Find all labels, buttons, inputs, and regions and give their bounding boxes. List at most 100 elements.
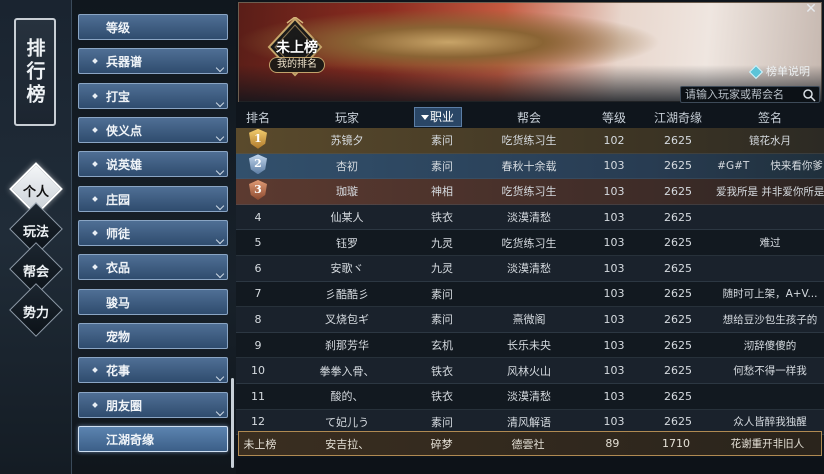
player-name[interactable]: 苏镜夕 — [280, 132, 414, 148]
chevron-down-icon — [215, 235, 225, 245]
player-level: 103 — [603, 261, 625, 275]
my-rank: 未上榜 — [243, 437, 277, 451]
category-chivalry[interactable]: 侠义点 — [78, 117, 228, 143]
table-row[interactable]: 8 叉烧包ギ 素问 熹微阁 103 2625 想给豆沙包生孩子的 — [236, 307, 824, 333]
bullet-icon — [92, 402, 98, 408]
category-mentorship[interactable]: 师徒 — [78, 220, 228, 246]
player-name[interactable]: 刹那芳华 — [280, 337, 414, 353]
header-signature: 签名 — [757, 110, 782, 125]
table-row[interactable]: 6 安歌ヾ 九灵 淡漠清愁 103 2625 — [236, 255, 824, 282]
player-name[interactable]: 钰罗 — [280, 235, 414, 251]
close-button[interactable]: ✕ — [804, 2, 818, 16]
table-row[interactable]: 3 珈璇 神相 吃货练习生 103 2625 爱我所是 并非爱你所是 — [236, 179, 824, 205]
category-pets[interactable]: 宠物 — [78, 323, 228, 349]
category-jianghu-qiyuan[interactable]: 江湖奇缘 — [78, 426, 228, 452]
table-row[interactable]: 5 钰罗 九灵 吃货练习生 103 2625 难过 — [236, 230, 824, 256]
table-row[interactable]: 2 杏初 素问 春秋十余载 103 2625 #G#T 快来看你爹 — [236, 153, 824, 180]
my-rank-button[interactable]: 我的排名 — [269, 57, 325, 73]
bullet-icon — [92, 264, 98, 270]
bronze-medal-icon: 3 — [249, 179, 267, 200]
jianghu-score: 2625 — [664, 364, 692, 378]
header-class-sort[interactable]: 职业 — [414, 107, 462, 127]
tab-personal[interactable]: 个人 — [6, 181, 66, 200]
table-row[interactable]: 4 仙某人 铁衣 淡漠清愁 103 2625 — [236, 204, 824, 231]
player-class: 铁衣 — [431, 211, 453, 225]
player-guild: 春秋十余载 — [501, 159, 557, 173]
player-name[interactable]: 安歌ヾ — [280, 260, 414, 276]
rank-number: 11 — [251, 389, 265, 403]
table-row[interactable]: 7 彡酷酷彡 素问 103 2625 随时可上架，A+V... — [236, 281, 824, 308]
jianghu-score: 2625 — [664, 261, 692, 275]
tab-gameplay[interactable]: 玩法 — [6, 221, 66, 240]
category-label: 江湖奇缘 — [106, 432, 155, 447]
jianghu-score: 2625 — [664, 287, 692, 301]
jianghu-score: 2625 — [664, 389, 692, 403]
jianghu-score: 2625 — [664, 338, 692, 352]
rank-number: 7 — [254, 287, 262, 301]
player-name[interactable]: 酸的、 — [280, 388, 414, 404]
tab-faction[interactable]: 势力 — [6, 302, 66, 321]
player-name[interactable]: 杏初 — [280, 158, 414, 174]
category-flowers[interactable]: 花事 — [78, 357, 228, 383]
category-scrollbar[interactable] — [231, 378, 234, 468]
player-guild: 长乐未央 — [507, 339, 551, 353]
table-row[interactable]: 11 酸的、 铁衣 淡漠清愁 103 2625 — [236, 383, 824, 410]
jianghu-score: 2625 — [664, 415, 692, 429]
category-label: 师徒 — [106, 226, 131, 241]
search-box[interactable] — [680, 86, 820, 103]
category-label: 骏马 — [106, 295, 131, 310]
category-label: 打宝 — [106, 89, 131, 104]
leaderboard-rules-button[interactable]: 榜单说明 — [748, 64, 814, 80]
bullet-icon — [92, 58, 98, 64]
jianghu-score: 2625 — [664, 159, 692, 173]
player-level: 103 — [603, 210, 625, 224]
header-rank: 排名 — [245, 110, 270, 125]
category-fashion[interactable]: 衣品 — [78, 254, 228, 280]
chevron-down-icon — [215, 201, 225, 211]
category-label: 兵器谱 — [106, 54, 143, 69]
rank-number: 8 — [254, 312, 262, 326]
category-list: 等级 兵器谱 打宝 侠义点 说英雄 庄园 师徒 衣品 骏马 宠物 花事 朋友圈 … — [72, 0, 236, 474]
rules-label: 榜单说明 — [766, 65, 810, 78]
player-signature: 想给豆沙包生孩子的 — [722, 313, 818, 326]
category-level[interactable]: 等级 — [78, 14, 228, 40]
my-class: 碎梦 — [430, 437, 453, 451]
player-class: 九灵 — [431, 236, 453, 250]
player-name[interactable]: 叉烧包ギ — [280, 311, 414, 327]
player-class: 素问 — [431, 313, 453, 327]
category-manor[interactable]: 庄园 — [78, 186, 228, 212]
player-level: 103 — [603, 236, 625, 250]
player-name[interactable]: 彡酷酷彡 — [280, 286, 414, 302]
category-label: 说英雄 — [106, 157, 143, 172]
my-guild: 德雲社 — [511, 437, 545, 451]
player-signature: 何愁不得一样我 — [733, 365, 807, 378]
tab-guild[interactable]: 帮会 — [6, 261, 66, 280]
player-name[interactable]: 仙某人 — [280, 209, 414, 225]
category-label: 等级 — [106, 20, 131, 35]
player-name[interactable]: 拳拳入骨、 — [280, 363, 414, 379]
rank-number: 9 — [254, 338, 262, 352]
jianghu-score: 2625 — [664, 184, 692, 198]
my-rank-status: 未上榜 — [276, 40, 318, 56]
player-guild: 熹微阁 — [512, 313, 546, 327]
category-heroes[interactable]: 说英雄 — [78, 151, 228, 177]
category-horses[interactable]: 骏马 — [78, 289, 228, 315]
category-label: 宠物 — [106, 329, 131, 344]
my-rank-row[interactable]: 未上榜 安吉拉、 碎梦 德雲社 89 1710 花谢重开非旧人 — [238, 431, 822, 456]
category-friends[interactable]: 朋友圈 — [78, 392, 228, 418]
table-row[interactable]: 9 刹那芳华 玄机 长乐未央 103 2625 沏辞傻傻的 — [236, 332, 824, 359]
table-row[interactable]: 10 拳拳入骨、 铁衣 风林火山 103 2625 何愁不得一样我 — [236, 358, 824, 384]
header-level: 等级 — [601, 110, 626, 125]
player-guild: 吃货练习生 — [501, 134, 557, 148]
leaderboard-title: 排行榜 — [23, 37, 46, 107]
category-weapons[interactable]: 兵器谱 — [78, 48, 228, 74]
player-name[interactable]: て妃儿う — [280, 414, 414, 430]
search-input[interactable] — [681, 87, 801, 102]
search-icon[interactable] — [802, 88, 816, 102]
category-treasure[interactable]: 打宝 — [78, 83, 228, 109]
player-class: 素问 — [431, 134, 453, 148]
table-row[interactable]: 1 苏镜夕 素问 吃货练习生 102 2625 镜花水月 — [236, 128, 824, 154]
player-guild: 淡漠清愁 — [507, 211, 551, 225]
player-name[interactable]: 珈璇 — [280, 183, 414, 199]
rank-number: 12 — [251, 415, 265, 429]
